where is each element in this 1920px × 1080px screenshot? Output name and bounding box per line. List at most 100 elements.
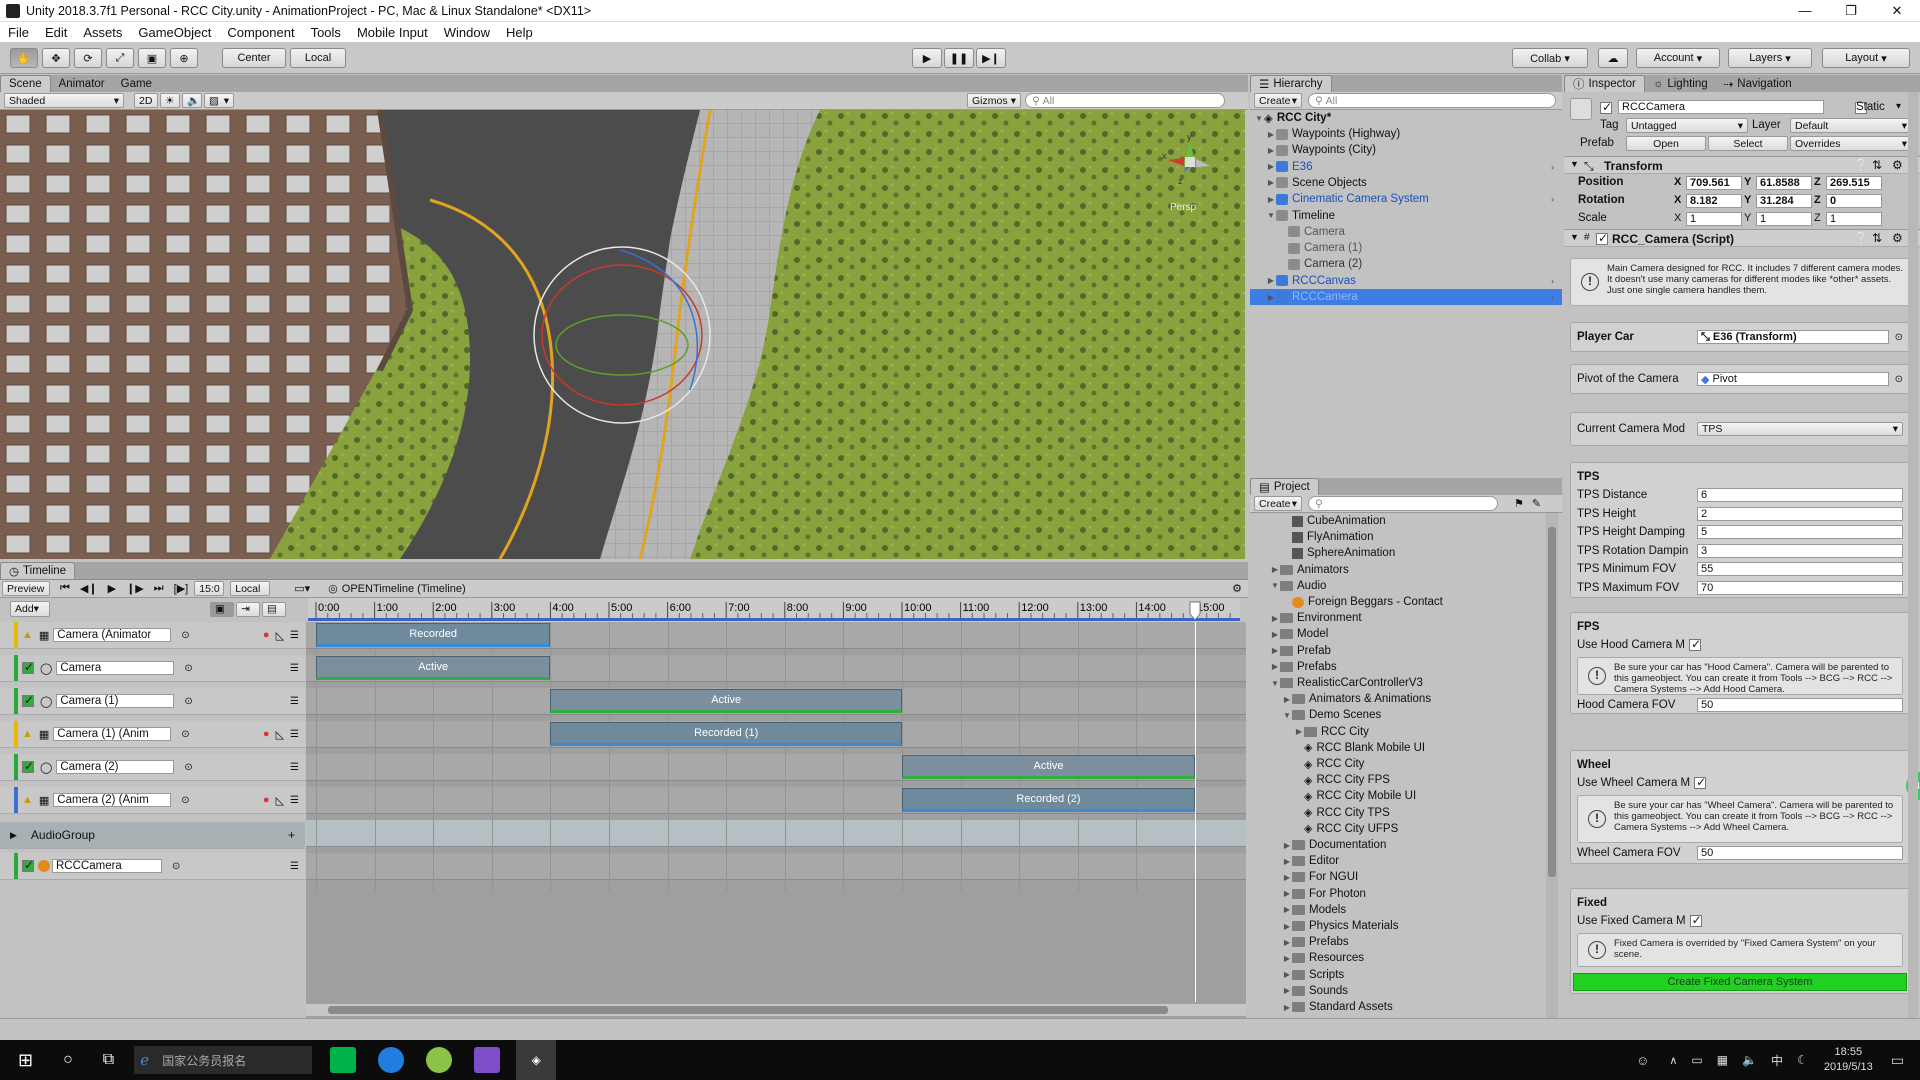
foldout-arrow[interactable]: ▶ — [1266, 276, 1276, 285]
use-wheel-camera-checkbox[interactable] — [1694, 775, 1706, 789]
position-z-field[interactable]: 269.515 — [1826, 176, 1882, 190]
play-range-icon[interactable]: [▶] — [174, 582, 189, 595]
track-binding-field[interactable]: Camera (2) (Anim — [53, 793, 172, 807]
record-icon[interactable]: ● — [263, 629, 270, 641]
scene-viewport[interactable]: y x z Persp — [0, 110, 1245, 559]
menu-component[interactable]: Component — [219, 25, 302, 40]
gizmos-dropdown[interactable]: Gizmos ▾ — [967, 93, 1021, 108]
menu-assets[interactable]: Assets — [75, 25, 130, 40]
ripple-mode-button[interactable]: ⇥ — [236, 601, 260, 617]
volume-icon[interactable]: 🔈 — [1742, 1053, 1757, 1067]
foldout-arrow[interactable]: ▶ — [1282, 1003, 1292, 1012]
filter-icon[interactable]: ⚑ — [1514, 497, 1524, 510]
object-picker-icon[interactable]: ⊙ — [184, 696, 192, 707]
timeline-scrollbar[interactable] — [306, 1004, 1246, 1016]
taskbar-search-input[interactable]: ℯ 国家公务员报名 — [134, 1046, 313, 1074]
foldout-arrow[interactable]: ▶ — [1266, 130, 1276, 139]
iqiyi-icon[interactable] — [330, 1047, 357, 1073]
track-binding-field[interactable]: Camera — [56, 661, 175, 675]
foldout-arrow[interactable]: ▶ — [1282, 938, 1292, 947]
timeline-track[interactable]: ◯Camera (1) ⊙ ☰ — [0, 688, 305, 715]
position-y-field[interactable]: 61.8588 — [1756, 176, 1812, 190]
hierarchy-item[interactable]: ▶ Waypoints (Highway) — [1250, 126, 1562, 142]
project-item[interactable]: ▶ Environment — [1250, 610, 1562, 626]
network-icon[interactable]: ▦ — [1717, 1053, 1728, 1067]
effects-dropdown[interactable]: ▨ ▾ — [204, 93, 234, 108]
record-icon[interactable]: ● — [263, 794, 270, 806]
hierarchy-item[interactable]: ▶ Waypoints (City) — [1250, 142, 1562, 158]
project-item[interactable]: ▶ Animators — [1250, 562, 1562, 578]
rotation-z-field[interactable]: 0 — [1826, 194, 1882, 208]
static-dropdown-icon[interactable]: ▾ — [1896, 101, 1901, 112]
hierarchy-item[interactable]: ▶ Scene Objects — [1250, 175, 1562, 191]
transform-header[interactable]: ▼ ⤡ Transform ❔ ⇅ ⚙ — [1564, 156, 1920, 174]
tab-timeline[interactable]: ◷ Timeline — [0, 562, 76, 579]
track-menu-icon[interactable]: ☰ — [290, 696, 299, 707]
shading-mode-dropdown[interactable]: Shaded ▾ — [4, 93, 124, 108]
menu-gameobject[interactable]: GameObject — [130, 25, 219, 40]
project-item[interactable]: ◈ RCC Blank Mobile UI — [1250, 740, 1562, 756]
project-item[interactable]: ▶ For NGUI — [1250, 869, 1562, 885]
project-item[interactable]: ▶ Prefab — [1250, 643, 1562, 659]
cortana-icon[interactable]: ○ — [63, 1051, 73, 1069]
project-item[interactable]: ▶ For Photon — [1250, 886, 1562, 902]
2d-toggle[interactable]: 2D — [134, 93, 158, 108]
preview-toggle[interactable]: Preview — [2, 581, 50, 596]
foldout-arrow[interactable]: ▶ — [1282, 970, 1292, 979]
track-binding-field[interactable]: Camera (1) (Anim — [53, 727, 172, 741]
foldout-arrow[interactable]: ▶ — [1282, 922, 1292, 931]
tab-inspector[interactable]: ⓘ Inspector — [1564, 75, 1645, 92]
track-menu-icon[interactable]: ☰ — [290, 729, 299, 740]
curves-icon[interactable]: ◺ — [276, 629, 284, 642]
account-dropdown[interactable]: Account ▾ — [1636, 48, 1720, 68]
step-button[interactable]: ▶❙ — [976, 48, 1006, 68]
tab-animator[interactable]: Animator — [51, 75, 113, 92]
object-picker-icon[interactable]: ⊙ — [181, 630, 189, 641]
activation-clip[interactable]: Active — [550, 689, 902, 713]
track-binding-field[interactable]: RCCCamera — [52, 859, 162, 873]
help-book-icon[interactable]: ❔ — [1854, 231, 1869, 245]
menu-edit[interactable]: Edit — [37, 25, 75, 40]
collab-button[interactable]: Collab ▾ — [1512, 48, 1588, 68]
foldout-arrow[interactable]: ▶ — [1270, 565, 1280, 574]
maximize-button[interactable]: ❐ — [1828, 0, 1874, 22]
browser-icon[interactable] — [426, 1047, 453, 1073]
tps-row-field[interactable]: 3 — [1697, 543, 1903, 558]
audio-toggle[interactable]: 🔈 — [182, 93, 202, 108]
record-icon[interactable]: ● — [263, 728, 270, 740]
goto-start-icon[interactable]: ⏮ — [60, 582, 70, 595]
object-picker-icon[interactable]: ⊙ — [172, 861, 180, 872]
scale-tool-button[interactable]: ⤢ — [106, 48, 134, 68]
timeline-gear-icon[interactable]: ⚙ — [1232, 582, 1242, 595]
project-item[interactable]: ▶ Animators & Animations — [1250, 691, 1562, 707]
project-item[interactable]: ◈ RCC City FPS — [1250, 772, 1562, 788]
foldout-arrow[interactable]: ▼ — [1266, 211, 1276, 220]
layout-dropdown[interactable]: Layout ▾ — [1822, 48, 1910, 68]
script-enabled-checkbox[interactable] — [1596, 231, 1608, 245]
transform-tool-button[interactable]: ⊕ — [170, 48, 198, 68]
script-header[interactable]: ▼ # RCC_Camera (Script) ❔ ⇅ ⚙ — [1564, 229, 1920, 247]
create-fixed-camera-button[interactable]: Create Fixed Camera System — [1573, 973, 1907, 991]
prev-frame-icon[interactable]: ◀❙ — [80, 582, 98, 595]
position-x-field[interactable]: 709.561 — [1686, 176, 1742, 190]
pivot-local-button[interactable]: Local — [290, 48, 346, 68]
ime-mode-icon[interactable]: ☾ — [1797, 1053, 1808, 1067]
preset-icon[interactable]: ⇅ — [1872, 158, 1882, 172]
project-scrollbar[interactable] — [1546, 513, 1558, 1018]
timeline-clip-area[interactable]: Recorded Active Active Recorded (1) Active Re… — [306, 622, 1246, 1018]
foldout-arrow[interactable]: ▼ — [1270, 581, 1280, 590]
scale-z-field[interactable]: 1 — [1826, 212, 1882, 226]
foldout-arrow[interactable]: ▶ — [1270, 646, 1280, 655]
project-create-dropdown[interactable]: Create ▾ — [1254, 496, 1302, 511]
next-frame-icon[interactable]: ❙▶ — [126, 582, 144, 595]
project-item[interactable]: Foreign Beggars - Contact — [1250, 594, 1562, 610]
rotation-x-field[interactable]: 8.182 — [1686, 194, 1742, 208]
project-item[interactable]: ▶ Documentation — [1250, 837, 1562, 853]
project-item[interactable]: ◈ RCC City — [1250, 756, 1562, 772]
timeline-track[interactable]: ▲ ▦ Camera (2) (Anim ⊙ ● ◺ ☰ — [0, 787, 305, 814]
timeline-track[interactable]: ◯Camera ⊙ ☰ — [0, 655, 305, 682]
menu-window[interactable]: Window — [436, 25, 498, 40]
timeline-track[interactable]: RCCCamera ⊙ ☰ — [0, 853, 305, 880]
object-picker-icon[interactable]: ⊙ — [181, 729, 189, 740]
timeline-track[interactable]: ▲ ▦ Camera (Animator ⊙ ● ◺ ☰ — [0, 622, 305, 649]
